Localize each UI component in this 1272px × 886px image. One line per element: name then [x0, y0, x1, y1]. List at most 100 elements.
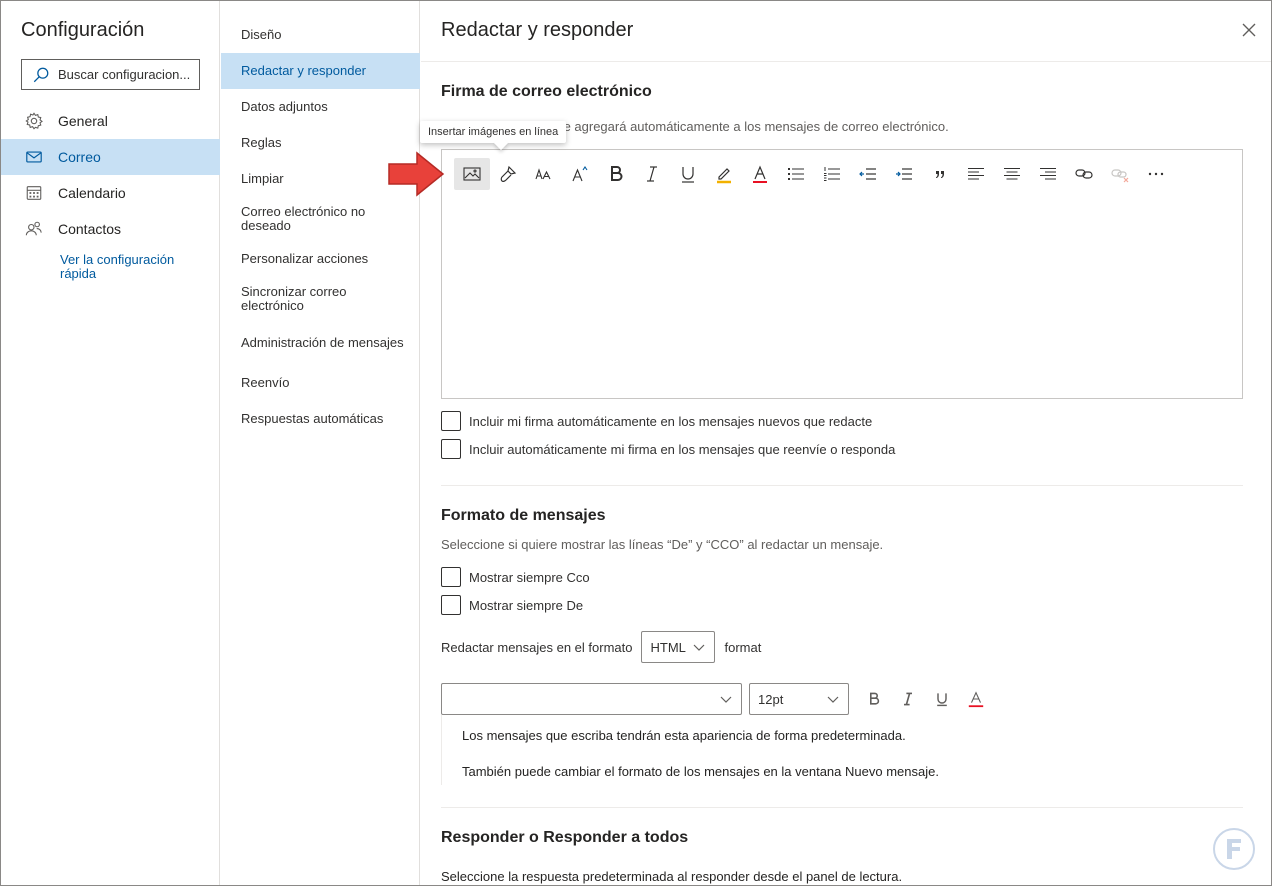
font-size-dropdown[interactable]: 12pt	[749, 683, 849, 715]
checkbox-box[interactable]	[441, 595, 461, 615]
compose-format-row: Redactar mensajes en el formato HTML for…	[441, 631, 761, 663]
compose-format-dropdown[interactable]: HTML	[641, 631, 716, 663]
align-center-icon	[1004, 168, 1020, 180]
settings-window: Configuración Buscar configuracion... Ge…	[0, 0, 1272, 886]
show-from-checkbox[interactable]: Mostrar siempre De	[441, 595, 583, 615]
settings-title: Configuración	[21, 19, 145, 41]
checkbox-box[interactable]	[441, 411, 461, 431]
remove-link-button[interactable]	[1102, 158, 1138, 190]
font-size-button[interactable]	[526, 158, 562, 190]
align-right-button[interactable]	[1030, 158, 1066, 190]
nav-item-mail[interactable]: Correo	[1, 139, 220, 175]
insert-image-button[interactable]: Insertar imágenes en línea	[420, 121, 567, 190]
bold-icon	[870, 692, 880, 705]
numbering-button[interactable]	[814, 158, 850, 190]
bold-icon	[611, 166, 623, 181]
font-color-icon	[968, 691, 984, 708]
signature-editor[interactable]: Insertar imágenes en línea	[420, 121, 1243, 399]
bullets-icon	[788, 168, 804, 180]
subnav-item-layout[interactable]: Diseño	[221, 17, 420, 53]
quote-button[interactable]	[922, 158, 958, 190]
link-icon	[1075, 169, 1093, 179]
checkbox-label: Mostrar siempre Cco	[469, 569, 590, 585]
mail-icon	[26, 151, 42, 163]
font-size-icon	[535, 168, 551, 180]
chevron-down-icon	[720, 696, 732, 703]
italic-button[interactable]	[634, 158, 670, 190]
default-italic-button[interactable]	[891, 684, 925, 714]
subnav-item-sync-email[interactable]: Sincronizar correo electrónico	[221, 279, 420, 319]
page-title: Redactar y responder	[441, 19, 634, 41]
default-underline-button[interactable]	[925, 684, 959, 714]
subnav-item-attachments[interactable]: Datos adjuntos	[221, 89, 420, 125]
font-size-value: 12pt	[758, 691, 784, 707]
mail-settings-subnav: Diseño Redactar y responder Datos adjunt…	[221, 1, 420, 885]
include-signature-reply-checkbox[interactable]: Incluir automáticamente mi firma en los …	[441, 439, 895, 459]
compose-format-value: HTML	[650, 639, 686, 655]
search-icon	[33, 67, 49, 82]
search-placeholder: Buscar configuracion...	[58, 67, 191, 82]
checkbox-label: Incluir automáticamente mi firma en los …	[469, 441, 896, 457]
chevron-down-icon	[694, 644, 705, 651]
more-options-button[interactable]	[1138, 158, 1174, 190]
checkbox-box[interactable]	[441, 567, 461, 587]
numbering-icon	[824, 167, 840, 181]
nav-item-label: Correo	[58, 149, 101, 165]
italic-icon	[904, 692, 912, 706]
show-bcc-checkbox[interactable]: Mostrar siempre Cco	[441, 567, 590, 587]
grow-font-button[interactable]	[562, 158, 598, 190]
nav-item-label: Calendario	[58, 185, 126, 201]
subnav-item-auto-replies[interactable]: Respuestas automáticas	[221, 401, 420, 437]
nav-item-calendar[interactable]: Calendario	[1, 175, 220, 211]
align-center-button[interactable]	[994, 158, 1030, 190]
nav-item-general[interactable]: General	[1, 103, 220, 139]
nav-item-contacts[interactable]: Contactos	[1, 211, 220, 247]
more-icon	[1148, 172, 1164, 176]
signature-section-desc: ue se agregará automáticamente a los men…	[539, 119, 949, 134]
format-painter-button[interactable]	[490, 158, 526, 190]
subnav-item-compose-reply[interactable]: Redactar y responder	[221, 53, 420, 89]
align-right-icon	[1040, 168, 1056, 180]
signature-section-title: Firma de correo electrónico	[441, 83, 652, 100]
subnav-item-junk[interactable]: Correo electrónico no deseado	[221, 199, 420, 239]
checkbox-box[interactable]	[441, 439, 461, 459]
editor-toolbar: Insertar imágenes en línea	[420, 121, 1174, 190]
subnav-item-forwarding[interactable]: Reenvío	[221, 365, 420, 401]
insert-link-button[interactable]	[1066, 158, 1102, 190]
reply-section-desc: Seleccione la respuesta predeterminada a…	[441, 869, 903, 884]
search-input[interactable]: Buscar configuracion...	[21, 59, 200, 90]
default-font-color-button[interactable]	[959, 684, 993, 714]
chevron-down-icon	[827, 696, 839, 703]
insert-image-icon	[463, 167, 481, 181]
close-icon[interactable]	[1240, 21, 1258, 39]
section-divider	[441, 807, 1243, 808]
checkbox-label: Incluir mi firma automáticamente en los …	[469, 413, 873, 429]
underline-button[interactable]	[670, 158, 706, 190]
bullets-button[interactable]	[778, 158, 814, 190]
font-color-button[interactable]	[742, 158, 778, 190]
reply-section-title: Responder o Responder a todos	[441, 829, 689, 846]
settings-nav-pane: Configuración Buscar configuracion... Ge…	[1, 1, 220, 885]
nav-item-label: Contactos	[58, 221, 122, 237]
compose-format-suffix: format	[724, 639, 762, 655]
font-color-icon	[753, 165, 767, 183]
italic-icon	[647, 166, 657, 182]
font-family-dropdown[interactable]	[441, 683, 742, 715]
subnav-item-message-handling[interactable]: Administración de mensajes	[221, 323, 420, 363]
bold-button[interactable]	[598, 158, 634, 190]
increase-indent-button[interactable]	[886, 158, 922, 190]
section-divider	[441, 485, 1243, 486]
quick-settings-link[interactable]: Ver la configuración rápida	[60, 253, 200, 281]
calendar-icon	[26, 186, 42, 200]
highlight-icon	[717, 168, 731, 184]
default-bold-button[interactable]	[857, 684, 891, 714]
settings-content: Redactar y responder Firma de correo ele…	[420, 1, 1271, 885]
decrease-indent-button[interactable]	[850, 158, 886, 190]
include-signature-new-checkbox[interactable]: Incluir mi firma automáticamente en los …	[441, 411, 872, 431]
subnav-item-customize-actions[interactable]: Personalizar acciones	[221, 241, 420, 277]
align-left-button[interactable]	[958, 158, 994, 190]
format-painter-icon	[500, 165, 517, 183]
format-section-desc: Seleccione si quiere mostrar las líneas …	[441, 537, 884, 552]
gear-icon	[25, 112, 43, 130]
highlight-button[interactable]	[706, 158, 742, 190]
